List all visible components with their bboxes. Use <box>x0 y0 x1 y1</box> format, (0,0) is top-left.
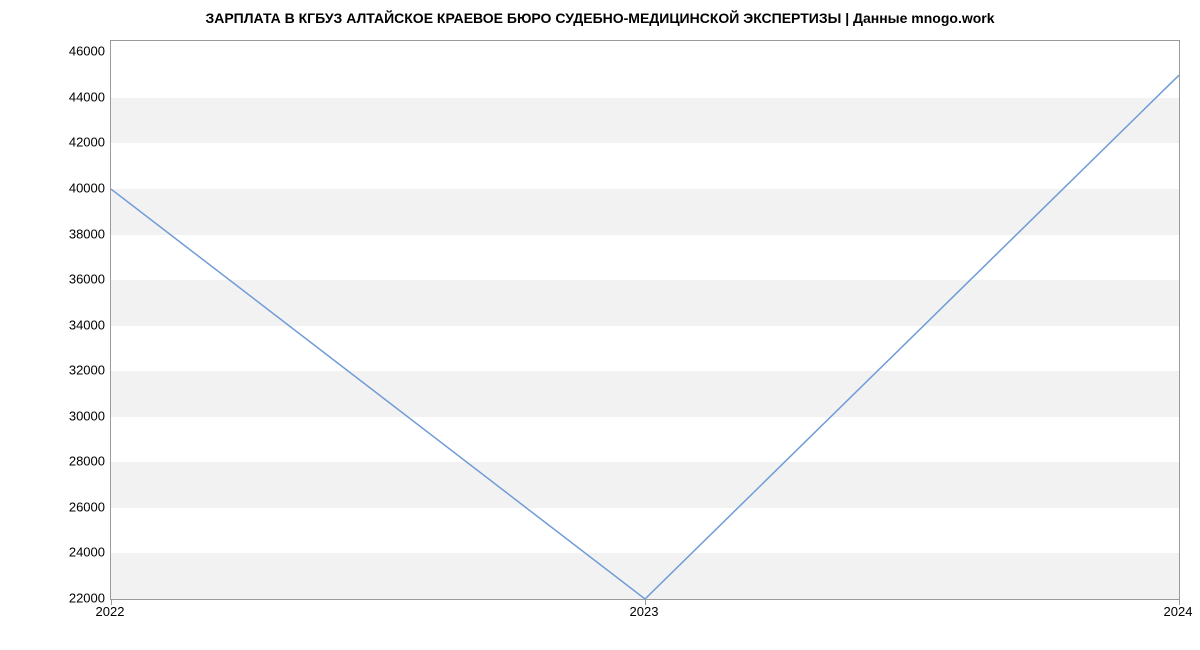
y-tick-label: 24000 <box>15 545 105 560</box>
line-series <box>111 41 1179 599</box>
chart-container: ЗАРПЛАТА В КГБУЗ АЛТАЙСКОЕ КРАЕВОЕ БЮРО … <box>0 0 1200 650</box>
y-tick-label: 32000 <box>15 363 105 378</box>
y-tick-label: 42000 <box>15 135 105 150</box>
x-tick-label: 2024 <box>1164 604 1193 619</box>
y-tick-label: 44000 <box>15 89 105 104</box>
y-tick-label: 46000 <box>15 44 105 59</box>
x-tick-label: 2022 <box>96 604 125 619</box>
y-tick-label: 30000 <box>15 408 105 423</box>
y-tick-label: 36000 <box>15 272 105 287</box>
chart-title: ЗАРПЛАТА В КГБУЗ АЛТАЙСКОЕ КРАЕВОЕ БЮРО … <box>0 10 1200 26</box>
y-tick-label: 28000 <box>15 454 105 469</box>
plot-area <box>110 40 1180 600</box>
x-tick-label: 2023 <box>630 604 659 619</box>
y-tick-label: 22000 <box>15 591 105 606</box>
y-tick-label: 26000 <box>15 499 105 514</box>
y-tick-label: 38000 <box>15 226 105 241</box>
y-tick-label: 40000 <box>15 181 105 196</box>
y-tick-label: 34000 <box>15 317 105 332</box>
